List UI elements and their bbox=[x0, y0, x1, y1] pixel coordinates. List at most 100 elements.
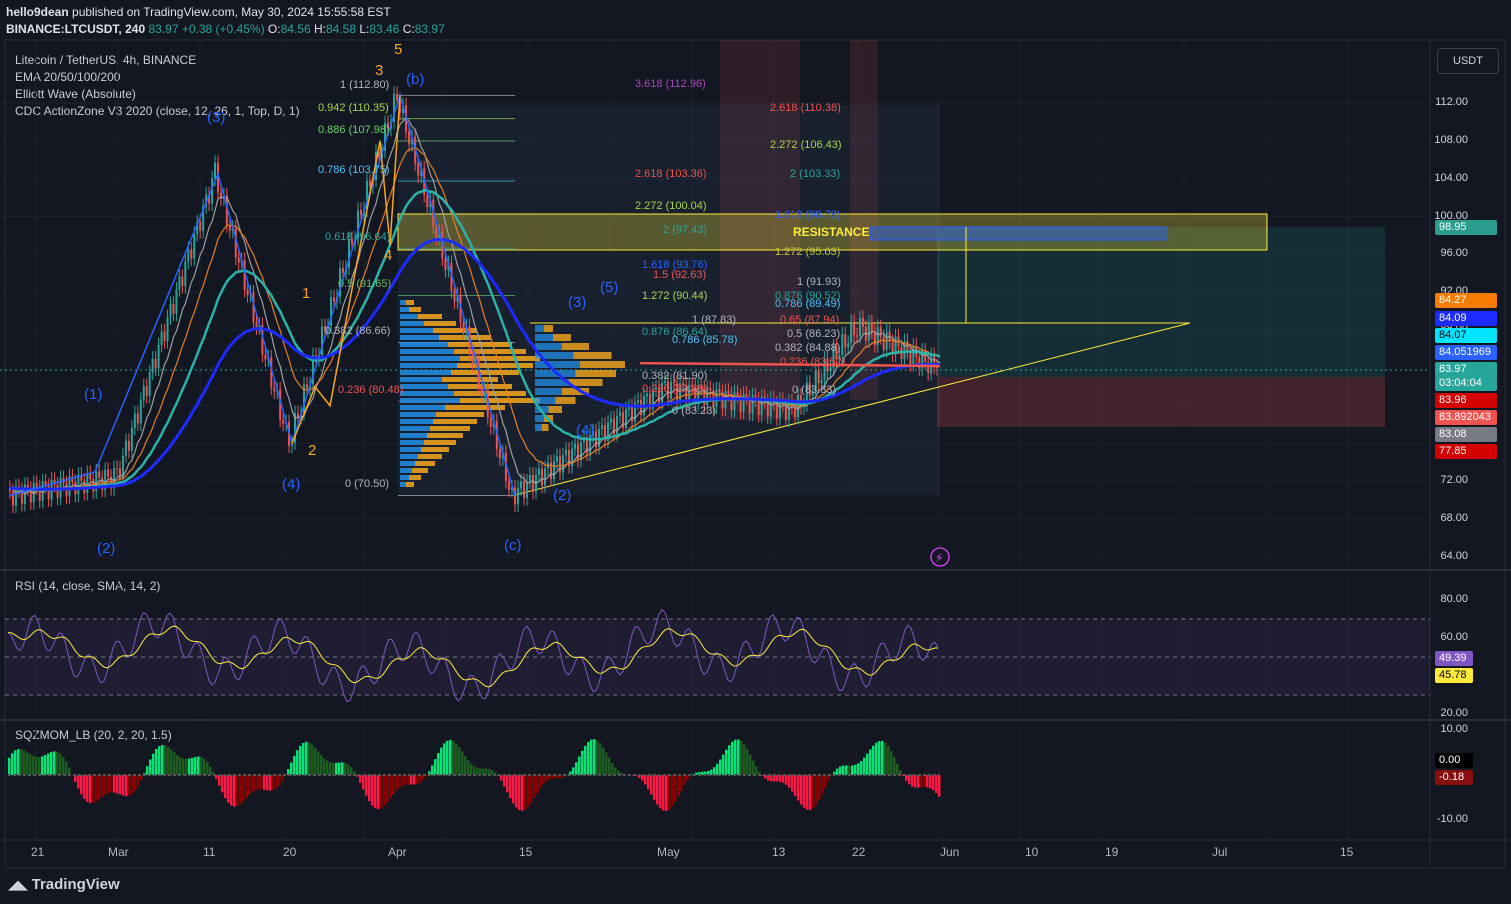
sqz-bar bbox=[233, 775, 236, 807]
tradingview-logo[interactable]: ◢◣ TradingView bbox=[8, 876, 120, 893]
price-tag: 83.96 bbox=[1435, 393, 1497, 408]
volume-profile-bar bbox=[553, 334, 571, 341]
sqz-bar bbox=[854, 764, 857, 775]
sqz-bar bbox=[509, 775, 512, 799]
candle-body bbox=[214, 162, 217, 179]
sqz-bar bbox=[311, 744, 314, 775]
fib-ext-label: 2.272 (100.04) bbox=[635, 200, 707, 212]
sqz-bar bbox=[239, 775, 242, 805]
price-tag: 84.07 bbox=[1435, 328, 1497, 343]
candle-body bbox=[77, 474, 80, 495]
lightning-glyph: ⚡ bbox=[935, 551, 943, 565]
candle-body bbox=[107, 469, 110, 477]
sqz-bar bbox=[683, 775, 686, 786]
sqz-bar bbox=[416, 775, 419, 785]
sqz-bar bbox=[101, 775, 104, 797]
volume-profile-bar bbox=[541, 424, 549, 431]
sqz-bar bbox=[236, 775, 239, 807]
candle-body bbox=[142, 386, 145, 401]
candle-body bbox=[172, 304, 175, 314]
candle-body bbox=[237, 257, 240, 263]
volume-profile-bar bbox=[535, 424, 542, 431]
candle-body bbox=[775, 403, 778, 419]
candle-body bbox=[912, 345, 915, 364]
volume-profile-bar bbox=[400, 440, 424, 445]
sqz-bar bbox=[572, 767, 575, 775]
sqz-bar bbox=[605, 752, 608, 775]
wave-label: (2) bbox=[553, 487, 571, 504]
candle-body bbox=[601, 424, 603, 429]
sqz-bar bbox=[446, 740, 449, 775]
candle-body bbox=[610, 418, 612, 423]
sqz-bar bbox=[248, 775, 251, 796]
fib-level-label: 0.786 (103.75) bbox=[318, 164, 390, 176]
sqz-bar bbox=[161, 744, 164, 775]
candle-body bbox=[733, 392, 736, 411]
sqz-bar bbox=[350, 767, 353, 775]
candle-body bbox=[489, 417, 492, 428]
fib-ext-label: 1 (91.93) bbox=[797, 276, 841, 288]
sqz-bar bbox=[188, 758, 191, 775]
candle-body bbox=[480, 385, 483, 396]
sqz-bar bbox=[50, 752, 53, 775]
candle-body bbox=[151, 358, 154, 373]
candle-body bbox=[784, 405, 787, 420]
price-chart[interactable]: 1 (112.80) 0.942 (110.35) 0.886 (107.98) 0.… bbox=[0, 0, 1511, 904]
sqz-bar bbox=[671, 775, 674, 807]
sqz-bar bbox=[86, 775, 89, 802]
sqz-bar bbox=[458, 747, 461, 775]
volume-profile-bar bbox=[400, 384, 448, 389]
sqz-bar bbox=[152, 753, 155, 775]
time-axis-label: 15 bbox=[519, 845, 533, 859]
sqz-bar bbox=[680, 775, 683, 791]
candle-body bbox=[342, 268, 344, 273]
sqz-bar bbox=[92, 775, 95, 803]
time-axis-label: Jul bbox=[1212, 845, 1228, 859]
candle-body bbox=[184, 261, 187, 287]
volume-profile-bar bbox=[454, 391, 526, 396]
sqz-bar bbox=[230, 775, 233, 806]
volume-profile-bar bbox=[573, 352, 612, 359]
fib-level-label: 0.942 (110.35) bbox=[318, 102, 389, 114]
sqz-bar bbox=[173, 752, 176, 775]
candle-body bbox=[742, 393, 745, 412]
sqz-bar bbox=[56, 751, 59, 775]
sqz-bar bbox=[146, 766, 149, 775]
sqz-bar bbox=[206, 761, 209, 775]
sqz-bar bbox=[608, 757, 611, 775]
candle-body bbox=[193, 234, 196, 259]
sqz-bar bbox=[95, 775, 98, 802]
sqz-bar bbox=[269, 775, 272, 791]
sqz-bar bbox=[440, 747, 443, 775]
rsi-tag: 45.78 bbox=[1435, 668, 1473, 683]
candle-body bbox=[181, 276, 184, 287]
sqz-bar bbox=[872, 745, 875, 775]
sqz-bar bbox=[725, 749, 728, 775]
candle-body bbox=[148, 372, 151, 396]
volume-profile-bar bbox=[400, 419, 433, 424]
time-axis-label: 10 bbox=[1025, 845, 1039, 859]
sqz-bar bbox=[467, 760, 470, 775]
sqz-bar bbox=[593, 739, 596, 775]
sqz-bar bbox=[107, 775, 110, 794]
sqz-bar bbox=[257, 775, 260, 790]
wave-label: (c) bbox=[504, 537, 522, 554]
candle-body bbox=[637, 400, 639, 403]
sqz-bar bbox=[29, 754, 32, 775]
volume-profile-bar bbox=[575, 370, 616, 377]
volume-profile-bar bbox=[409, 475, 421, 480]
sqz-bar bbox=[932, 775, 935, 791]
sqz-bar bbox=[365, 775, 368, 796]
volume-profile-bar bbox=[548, 406, 562, 413]
wave-label: (4) bbox=[282, 476, 300, 493]
candle-body bbox=[124, 440, 127, 456]
sqz-bar bbox=[908, 775, 911, 785]
volume-profile-bar bbox=[535, 334, 553, 341]
candle-body bbox=[462, 322, 465, 333]
wave-label: (b) bbox=[406, 71, 424, 88]
sqz-bar bbox=[800, 775, 803, 805]
sqz-bar bbox=[320, 755, 323, 775]
sqz-bar bbox=[431, 765, 434, 775]
fib-level-label: 0 (70.50) bbox=[345, 478, 389, 490]
price-axis-label: 68.00 bbox=[1440, 512, 1468, 525]
